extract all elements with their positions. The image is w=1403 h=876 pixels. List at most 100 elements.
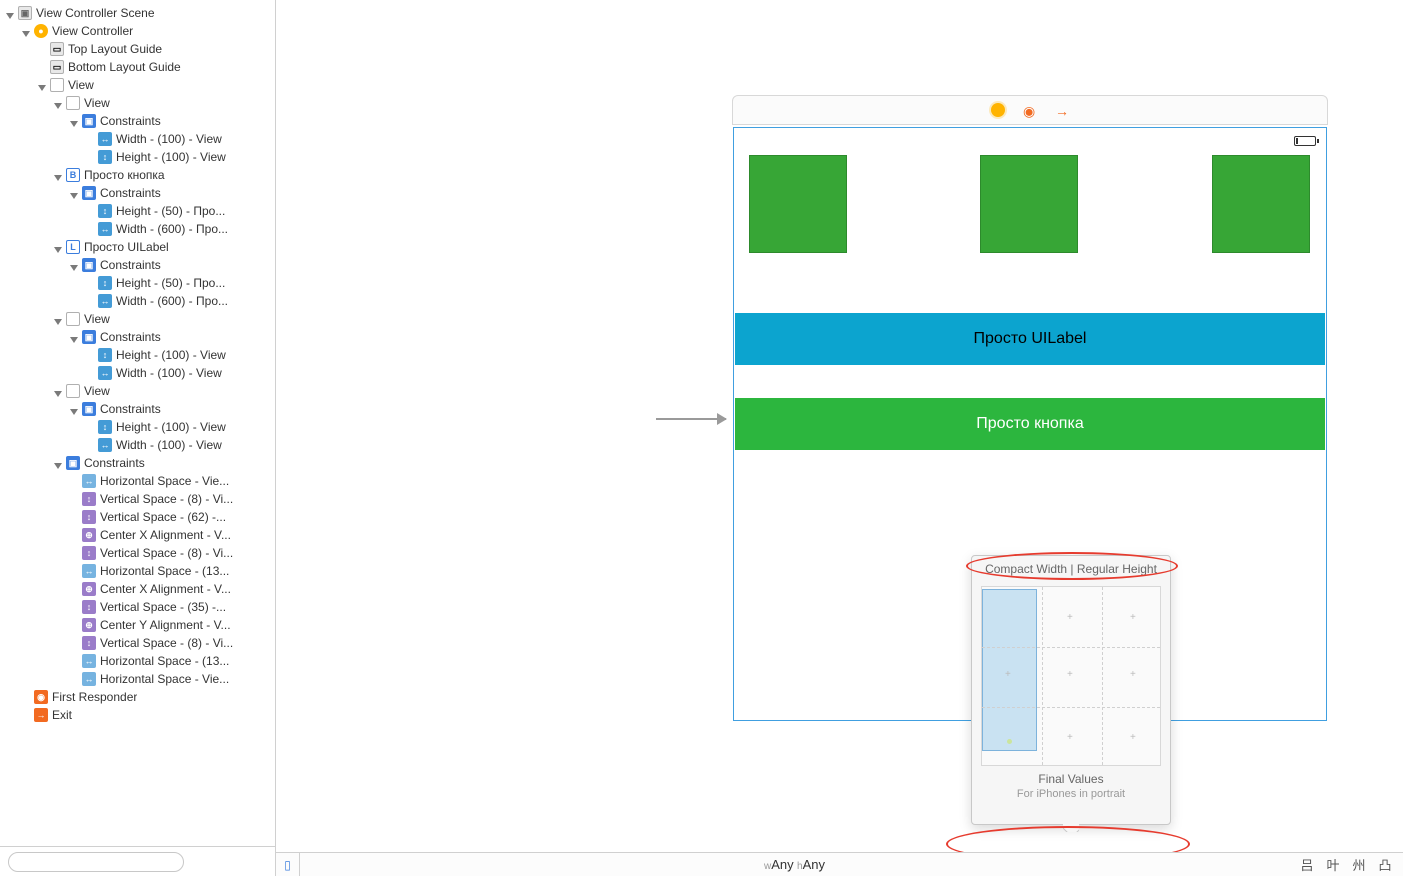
filter-input[interactable] bbox=[8, 852, 184, 872]
disclosure-icon[interactable] bbox=[6, 8, 16, 18]
popover-description: For iPhones in portrait bbox=[972, 788, 1170, 800]
vspace-constraint-icon: ↕ bbox=[82, 510, 96, 524]
tree-item-view[interactable]: View bbox=[0, 76, 275, 94]
tree-item-first-responder[interactable]: ◉First Responder bbox=[0, 688, 275, 706]
tree-item-subview[interactable]: View bbox=[0, 310, 275, 328]
tree-item-constraint[interactable]: ↕Height - (50) - Про... bbox=[0, 274, 275, 292]
pin-tool-button[interactable]: 叶 bbox=[1325, 855, 1341, 874]
scene-dock-vc-icon[interactable] bbox=[991, 103, 1005, 117]
tree-item-constraint[interactable]: ↔Width - (100) - View bbox=[0, 364, 275, 382]
disclosure-icon[interactable] bbox=[54, 314, 64, 324]
tree-item-exit[interactable]: →Exit bbox=[0, 706, 275, 724]
tree-label: Constraints bbox=[100, 330, 161, 344]
size-class-selector-button[interactable]: wAny hAny bbox=[300, 857, 1289, 872]
tree-item-constraint[interactable]: ↕Height - (100) - View bbox=[0, 418, 275, 436]
green-square-view[interactable] bbox=[1212, 155, 1310, 253]
disclosure-icon[interactable] bbox=[54, 242, 64, 252]
width-constraint-icon: ↔ bbox=[98, 222, 112, 236]
resolve-issues-button[interactable]: 州 bbox=[1351, 855, 1367, 874]
tree-item-bottom-layout[interactable]: ▭Bottom Layout Guide bbox=[0, 58, 275, 76]
tree-item-label[interactable]: LПросто UILabel bbox=[0, 238, 275, 256]
uilabel-element[interactable]: Просто UILabel bbox=[735, 313, 1325, 365]
resize-tool-button[interactable]: 凸 bbox=[1377, 855, 1393, 874]
tree-item-constraints[interactable]: ▣Constraints bbox=[0, 184, 275, 202]
tree-item-constraint[interactable]: ↕Vertical Space - (8) - Vi... bbox=[0, 634, 275, 652]
disclosure-icon[interactable] bbox=[54, 170, 64, 180]
size-class-plus-icon: + bbox=[1130, 732, 1136, 743]
align-tool-button[interactable]: 吕 bbox=[1299, 855, 1315, 874]
height-constraint-icon: ↕ bbox=[98, 276, 112, 290]
scene-dock-exit-icon[interactable]: → bbox=[1055, 103, 1069, 117]
constraints-icon: ▣ bbox=[82, 330, 96, 344]
size-class-plus-icon: + bbox=[1067, 612, 1073, 623]
disclosure-icon[interactable] bbox=[70, 332, 80, 342]
tree-label: View Controller Scene bbox=[36, 6, 155, 20]
tree-item-constraint[interactable]: ↕Height - (100) - View bbox=[0, 148, 275, 166]
tree-item-constraint[interactable]: ↕Vertical Space - (8) - Vi... bbox=[0, 544, 275, 562]
green-square-view[interactable] bbox=[980, 155, 1078, 253]
constraints-icon: ▣ bbox=[82, 258, 96, 272]
disclosure-icon[interactable] bbox=[54, 386, 64, 396]
disclosure-icon[interactable] bbox=[22, 26, 32, 36]
disclosure-icon[interactable] bbox=[70, 404, 80, 414]
view-icon bbox=[66, 312, 80, 326]
initial-vc-arrow-icon[interactable] bbox=[656, 418, 726, 420]
tree-item-button[interactable]: BПросто кнопка bbox=[0, 166, 275, 184]
green-square-view[interactable] bbox=[749, 155, 847, 253]
tree-item-constraint[interactable]: ⊕Center X Alignment - V... bbox=[0, 526, 275, 544]
document-outline-sidebar: ▣View Controller Scene ●View Controller … bbox=[0, 0, 276, 876]
tree-item-constraints[interactable]: ▣Constraints bbox=[0, 454, 275, 472]
disclosure-icon[interactable] bbox=[54, 458, 64, 468]
tree-item-constraints[interactable]: ▣Constraints bbox=[0, 400, 275, 418]
tree-item-constraint[interactable]: ⊕Center X Alignment - V... bbox=[0, 580, 275, 598]
tree-item-constraint[interactable]: ↔Horizontal Space - (13... bbox=[0, 562, 275, 580]
tree-label: First Responder bbox=[52, 690, 137, 704]
tree-label: View bbox=[84, 96, 110, 110]
storyboard-canvas[interactable]: ◉ → Просто UILabel Просто кнопка Compact… bbox=[276, 0, 1403, 876]
size-class-popover[interactable]: Compact Width | Regular Height + + + + +… bbox=[971, 555, 1171, 825]
tree-item-constraint[interactable]: ↕Vertical Space - (8) - Vi... bbox=[0, 490, 275, 508]
tree-item-constraint[interactable]: ↕ Vertical Space - (62) -... bbox=[0, 508, 275, 526]
scene-dock-first-responder-icon[interactable]: ◉ bbox=[1023, 103, 1037, 117]
tree-item-constraint[interactable]: ↕Height - (100) - View bbox=[0, 346, 275, 364]
tree-label: Constraints bbox=[100, 186, 161, 200]
tree-item-constraint[interactable]: ↔Width - (600) - Про... bbox=[0, 292, 275, 310]
tree-item-constraint[interactable]: ↔Width - (100) - View bbox=[0, 436, 275, 454]
view-icon bbox=[66, 384, 80, 398]
scene-dock[interactable]: ◉ → bbox=[732, 95, 1328, 125]
tree-item-vc[interactable]: ●View Controller bbox=[0, 22, 275, 40]
disclosure-icon[interactable] bbox=[54, 98, 64, 108]
tree-item-scene[interactable]: ▣View Controller Scene bbox=[0, 4, 275, 22]
disclosure-icon[interactable] bbox=[70, 116, 80, 126]
document-outline-tree[interactable]: ▣View Controller Scene ●View Controller … bbox=[0, 0, 275, 846]
tree-item-constraint[interactable]: ↔Width - (600) - Про... bbox=[0, 220, 275, 238]
tree-item-constraint[interactable]: ↔Horizontal Space - Vie... bbox=[0, 472, 275, 490]
tree-item-constraint[interactable]: ⊕Center Y Alignment - V... bbox=[0, 616, 275, 634]
filter-wrap bbox=[8, 852, 267, 872]
tree-item-subview[interactable]: View bbox=[0, 382, 275, 400]
size-class-grid[interactable]: + + + + + + + bbox=[981, 586, 1161, 766]
tree-item-constraint[interactable]: ↔Horizontal Space - Vie... bbox=[0, 670, 275, 688]
tree-item-top-layout[interactable]: ▭Top Layout Guide bbox=[0, 40, 275, 58]
battery-icon bbox=[1294, 136, 1316, 146]
tree-label: Vertical Space - (62) -... bbox=[100, 510, 226, 524]
tree-item-constraint[interactable]: ↔Horizontal Space - (13... bbox=[0, 652, 275, 670]
tree-item-constraint[interactable]: ↔Width - (100) - View bbox=[0, 130, 275, 148]
toggle-outline-button[interactable]: ▯ bbox=[276, 853, 300, 876]
tree-label: Top Layout Guide bbox=[68, 42, 162, 56]
uibutton-element[interactable]: Просто кнопка bbox=[735, 398, 1325, 450]
tree-item-constraints[interactable]: ▣Constraints bbox=[0, 112, 275, 130]
disclosure-icon[interactable] bbox=[70, 188, 80, 198]
disclosure-icon[interactable] bbox=[38, 80, 48, 90]
tree-item-constraint[interactable]: ↕Vertical Space - (35) -... bbox=[0, 598, 275, 616]
disclosure-icon[interactable] bbox=[70, 260, 80, 270]
size-class-plus-icon: + bbox=[1130, 612, 1136, 623]
tree-item-constraints[interactable]: ▣ Constraints bbox=[0, 328, 275, 346]
tree-label: Horizontal Space - Vie... bbox=[100, 672, 229, 686]
hspace-constraint-icon: ↔ bbox=[82, 564, 96, 578]
tree-label: Height - (50) - Про... bbox=[116, 204, 225, 218]
tree-item-constraint[interactable]: ↕Height - (50) - Про... bbox=[0, 202, 275, 220]
label-icon: L bbox=[66, 240, 80, 254]
tree-item-constraints[interactable]: ▣Constraints bbox=[0, 256, 275, 274]
tree-item-subview[interactable]: View bbox=[0, 94, 275, 112]
